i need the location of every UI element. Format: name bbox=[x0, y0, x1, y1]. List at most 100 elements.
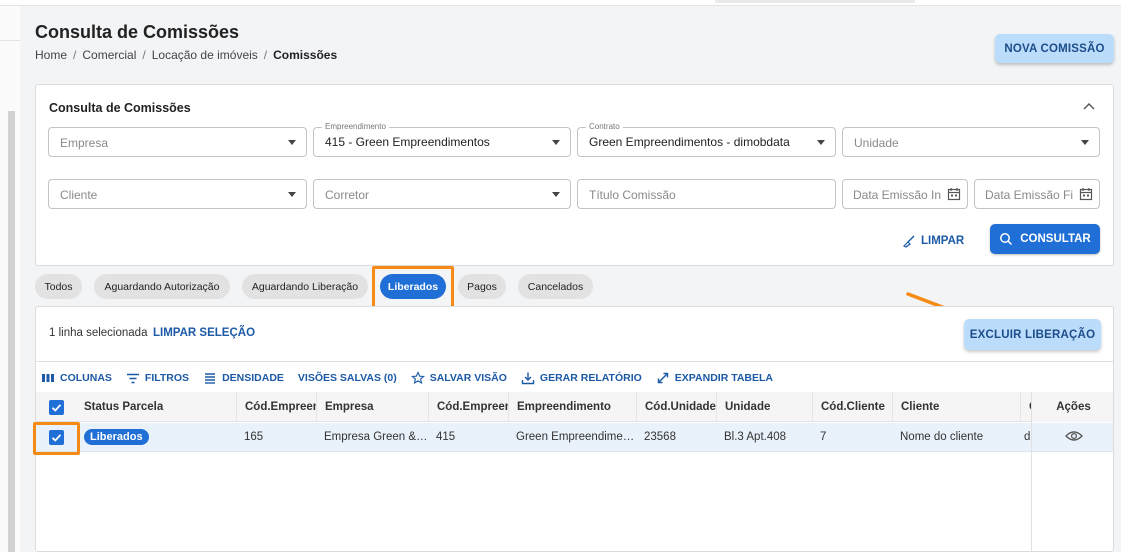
titulo-comissao-input[interactable]: Título Comissão bbox=[577, 179, 836, 209]
table-row[interactable]: Liberados 165 Empresa Green & Co 415 Gre… bbox=[36, 423, 1113, 452]
calendar-icon[interactable] bbox=[947, 187, 961, 201]
new-commission-button[interactable]: NOVA COMISSÃO bbox=[995, 34, 1114, 63]
empresa-select[interactable]: Empresa bbox=[48, 127, 307, 157]
density-label: DENSIDADE bbox=[222, 372, 284, 384]
column-header-cod-cliente[interactable]: Cód.Cliente bbox=[812, 392, 892, 422]
cell-cod-empresa: 165 bbox=[244, 431, 264, 443]
data-inicial-placeholder: Data Emissão Inicial bbox=[853, 188, 941, 202]
caret-down-icon bbox=[288, 192, 296, 197]
empreendimento-select[interactable]: Empreendimento 415 - Green Empreendiment… bbox=[313, 122, 571, 157]
saved-views-button[interactable]: VISÕES SALVAS (0) bbox=[298, 369, 397, 387]
contrato-label: Contrato bbox=[586, 122, 623, 132]
breadcrumb-separator: / bbox=[142, 48, 146, 62]
data-final-input[interactable]: Data Emissão Final bbox=[974, 179, 1100, 209]
caret-down-icon bbox=[552, 192, 560, 197]
caret-down-icon bbox=[817, 140, 825, 145]
left-sidebar bbox=[0, 6, 20, 552]
clear-filters-button[interactable]: LIMPAR bbox=[902, 231, 964, 251]
density-button[interactable]: DENSIDADE bbox=[203, 369, 284, 387]
breadcrumb-home[interactable]: Home bbox=[35, 48, 67, 62]
excluir-liberacao-button[interactable]: EXCLUIR LIBERAÇÃO bbox=[964, 319, 1101, 350]
tab-pagos[interactable]: Pagos bbox=[458, 274, 506, 299]
columns-label: COLUNAS bbox=[60, 372, 112, 384]
search-icon bbox=[1000, 233, 1013, 246]
clear-filters-label: LIMPAR bbox=[921, 235, 965, 247]
broom-icon bbox=[902, 235, 915, 248]
corretor-select[interactable]: Corretor bbox=[313, 179, 571, 209]
cell-status: Liberados bbox=[76, 423, 236, 452]
calendar-icon[interactable] bbox=[1079, 187, 1093, 201]
column-header-empresa[interactable]: Empresa bbox=[316, 392, 428, 422]
column-header-unidade[interactable]: Unidade bbox=[716, 392, 812, 422]
scrollbar[interactable] bbox=[8, 111, 15, 552]
save-view-button[interactable]: SALVAR VISÃO bbox=[410, 369, 507, 387]
save-view-label: SALVAR VISÃO bbox=[429, 372, 507, 384]
column-header-cod-unidade[interactable]: Cód.Unidade bbox=[636, 392, 716, 422]
expand-icon bbox=[657, 372, 668, 384]
breadcrumb: Home / Comercial / Locação de imóveis / … bbox=[35, 48, 337, 62]
filter-panel-title: Consulta de Comissões bbox=[49, 101, 191, 115]
tab-todos[interactable]: Todos bbox=[35, 274, 82, 299]
search-button[interactable]: CONSULTAR bbox=[990, 224, 1100, 254]
data-inicial-input[interactable]: Data Emissão Inicial bbox=[842, 179, 968, 209]
generate-report-label: GERAR RELATÓRIO bbox=[539, 372, 642, 384]
filter-panel: Consulta de Comissões Empresa Empreendim… bbox=[35, 84, 1114, 266]
tab-cancelados[interactable]: Cancelados bbox=[518, 274, 593, 299]
divider bbox=[36, 361, 1113, 362]
sidebar-divider bbox=[0, 40, 20, 41]
empreendimento-label: Empreendimento bbox=[322, 122, 389, 132]
columns-button[interactable]: COLUNAS bbox=[41, 369, 112, 387]
cell-cod-cliente: 7 bbox=[820, 431, 827, 443]
filter-icon bbox=[126, 373, 139, 384]
page-title: Consulta de Comissões bbox=[35, 22, 240, 42]
contrato-value: Green Empreendimentos - dimobdata bbox=[589, 135, 790, 149]
column-header-status[interactable]: Status Parcela bbox=[76, 392, 236, 422]
chevron-up-icon[interactable] bbox=[1082, 99, 1096, 113]
tab-aguardando-liberacao[interactable]: Aguardando Liberação bbox=[242, 274, 368, 299]
cell-empresa: Empresa Green & Co bbox=[324, 431, 428, 443]
download-icon bbox=[521, 372, 535, 385]
breadcrumb-locacao[interactable]: Locação de imóveis bbox=[152, 48, 258, 62]
caret-down-icon bbox=[288, 140, 296, 145]
filters-label: FILTROS bbox=[144, 372, 190, 384]
corretor-placeholder: Corretor bbox=[325, 188, 370, 202]
column-header-cliente[interactable]: Cliente bbox=[892, 392, 1020, 422]
cell-cod-empreendimento: 415 bbox=[436, 431, 456, 443]
cell-unidade: Bl.3 Apt.408 bbox=[724, 431, 787, 443]
column-header-cod-empresa[interactable]: Cód.Empreendimento bbox=[236, 392, 316, 422]
search-button-label: CONSULTAR bbox=[1020, 233, 1091, 245]
cell-truncated: d bbox=[1024, 431, 1031, 443]
density-icon bbox=[205, 373, 216, 384]
actions-column bbox=[1031, 392, 1113, 551]
breadcrumb-comercial[interactable]: Comercial bbox=[82, 48, 136, 62]
empreendimento-value: 415 - Green Empreendimentos bbox=[325, 135, 490, 149]
filters-button[interactable]: FILTROS bbox=[126, 369, 189, 387]
breadcrumb-current: Comissões bbox=[273, 48, 338, 62]
column-header-cod-empreendimento[interactable]: Cód.Empreendimento bbox=[428, 392, 508, 422]
table-header: Status Parcela Cód.Empreendimento Empres… bbox=[36, 392, 1113, 422]
highlight-box-liberados bbox=[372, 266, 454, 309]
star-icon bbox=[410, 371, 425, 385]
top-bar-mark bbox=[715, 0, 915, 3]
expand-table-button[interactable]: EXPANDIR TABELA bbox=[656, 369, 773, 387]
top-bar bbox=[0, 0, 1121, 6]
column-header-empreendimento[interactable]: Empreendimento bbox=[508, 392, 636, 422]
clear-selection-link[interactable]: LIMPAR SELEÇÃO bbox=[153, 327, 255, 339]
caret-down-icon bbox=[1081, 140, 1089, 145]
select-all-checkbox[interactable] bbox=[49, 400, 64, 415]
caret-down-icon bbox=[552, 140, 560, 145]
eye-icon[interactable] bbox=[1065, 430, 1083, 442]
unidade-select[interactable]: Unidade bbox=[842, 127, 1100, 157]
expand-table-label: EXPANDIR TABELA bbox=[674, 372, 773, 384]
generate-report-button[interactable]: GERAR RELATÓRIO bbox=[521, 369, 642, 387]
unidade-placeholder: Unidade bbox=[854, 136, 899, 150]
cell-empreendimento: Green Empreendimentos bbox=[516, 431, 636, 443]
breadcrumb-separator: / bbox=[73, 48, 77, 62]
contrato-select[interactable]: Contrato Green Empreendimentos - dimobda… bbox=[577, 122, 836, 157]
tab-aguardando-autorizacao[interactable]: Aguardando Autorização bbox=[94, 274, 230, 299]
cliente-select[interactable]: Cliente bbox=[48, 179, 307, 209]
table-toolbar: COLUNAS FILTROS DENSIDADE VISÕES SALVAS … bbox=[41, 369, 773, 387]
saved-views-label: VISÕES SALVAS (0) bbox=[297, 372, 397, 384]
column-header-truncated[interactable]: C bbox=[1020, 392, 1031, 422]
cell-cliente: Nome do cliente bbox=[900, 431, 984, 443]
